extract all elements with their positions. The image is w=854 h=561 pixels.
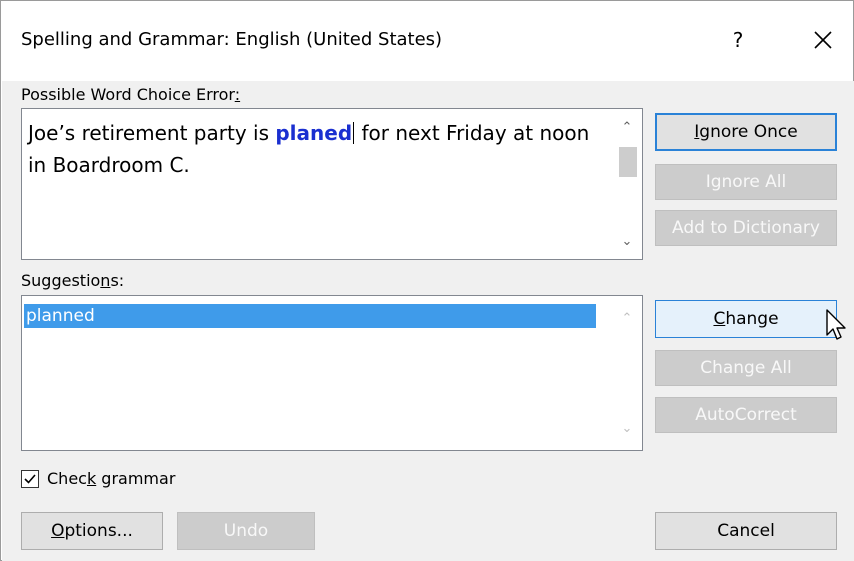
error-word[interactable]: planed [275,121,352,145]
error-box-scrollbar[interactable]: ⌃ ⌄ [612,109,642,259]
close-icon [814,31,832,49]
check-grammar-option[interactable]: Check grammar [21,469,175,488]
change-all-button[interactable]: Change All [655,350,837,386]
close-button[interactable] [801,17,845,63]
error-sentence: Joe’s retirement party is planed for nex… [28,121,590,177]
suggestions-label: Suggestions: [21,271,125,290]
title-bar: Spelling and Grammar: English (United St… [1,1,853,81]
scroll-down-icon[interactable]: ⌄ [612,229,642,253]
dialog-title: Spelling and Grammar: English (United St… [21,29,443,50]
add-to-dictionary-button[interactable]: Add to Dictionary [655,210,837,246]
checkmark-icon [24,473,36,484]
ignore-once-button[interactable]: Ignore Once [655,113,837,151]
options-button[interactable]: Options... [21,512,163,550]
scroll-up-icon[interactable]: ⌃ [612,115,642,139]
help-button[interactable]: ? [721,19,755,61]
scroll-thumb[interactable] [619,147,637,177]
ignore-all-button[interactable]: Ignore All [655,164,837,200]
suggestions-scrollbar[interactable]: ⌃ ⌄ [612,296,642,450]
suggestions-list[interactable]: planned ⌃ ⌄ [21,295,643,451]
mouse-pointer-icon [826,309,846,340]
scroll-up-icon[interactable]: ⌃ [612,306,642,330]
dialog-window: Spelling and Grammar: English (United St… [0,0,854,561]
error-text-box[interactable]: Joe’s retirement party is planed for nex… [21,108,643,260]
error-section-label: Possible Word Choice Error: [21,85,241,104]
cancel-button[interactable]: Cancel [655,512,837,550]
text-cursor [353,122,355,144]
change-button[interactable]: Change [655,300,837,338]
autocorrect-button[interactable]: AutoCorrect [655,397,837,433]
undo-button[interactable]: Undo [177,512,315,550]
suggestion-item[interactable]: planned [24,304,596,328]
check-grammar-label: Check grammar [47,469,176,488]
scroll-down-icon[interactable]: ⌄ [612,416,642,440]
check-grammar-checkbox[interactable] [21,469,39,488]
